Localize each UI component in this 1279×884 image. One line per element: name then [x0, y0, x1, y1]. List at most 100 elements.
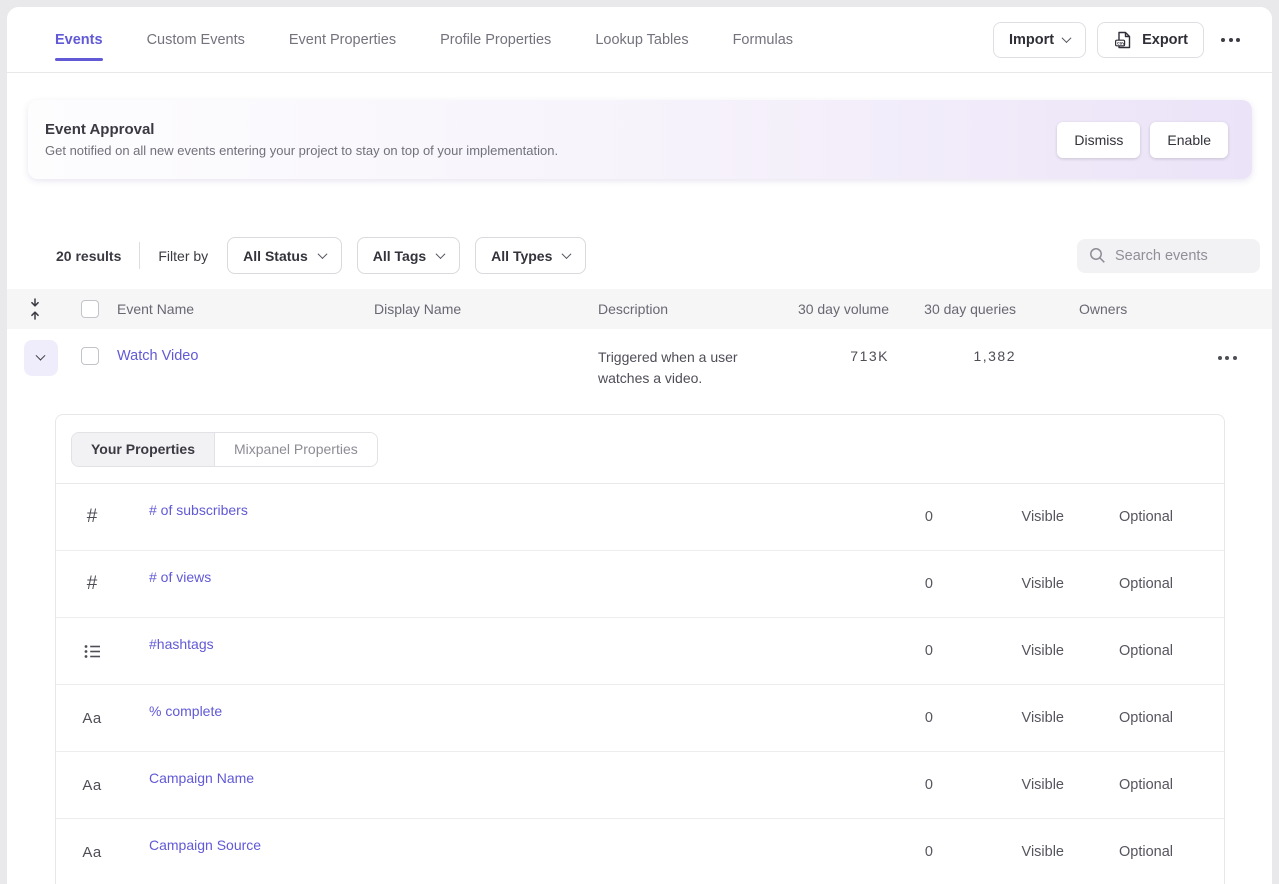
- select-all-checkbox[interactable]: [81, 300, 99, 318]
- import-button[interactable]: Import: [993, 22, 1086, 58]
- property-row: # # of views 0 Visible Optional: [56, 551, 1224, 618]
- filter-dropdown-all-tags[interactable]: All Tags: [357, 237, 460, 274]
- property-row: # # of subscribers 0 Visible Optional: [56, 484, 1224, 551]
- results-count: 20 results: [56, 248, 121, 264]
- properties-tab-switcher: Your PropertiesMixpanel Properties: [71, 432, 378, 467]
- top-navigation: Events Custom Events Event Properties Profi…: [7, 7, 1272, 73]
- text-icon: Aa: [82, 777, 101, 794]
- property-name-link[interactable]: Campaign Source: [128, 837, 261, 853]
- chevron-down-icon: [436, 249, 446, 259]
- property-value: 0: [925, 777, 933, 793]
- property-visibility: Visible: [1022, 710, 1064, 726]
- collapse-all-icon[interactable]: [29, 298, 41, 320]
- main-card: Events Custom Events Event Properties Profi…: [7, 7, 1272, 884]
- dot-icon: [1229, 38, 1233, 42]
- panel-tab-mixpanel-properties[interactable]: Mixpanel Properties: [214, 433, 377, 466]
- dropdown-label: All Types: [491, 248, 552, 264]
- property-visibility: Visible: [1022, 509, 1064, 525]
- text-icon: Aa: [82, 710, 101, 727]
- filter-dropdown-all-status[interactable]: All Status: [227, 237, 342, 274]
- property-row: #hashtags 0 Visible Optional: [56, 618, 1224, 685]
- dropdown-label: All Status: [243, 248, 308, 264]
- property-name-link[interactable]: #hashtags: [128, 636, 214, 652]
- export-button[interactable]: csv Export: [1097, 22, 1204, 58]
- dismiss-button[interactable]: Dismiss: [1057, 122, 1140, 158]
- search-input[interactable]: [1115, 248, 1245, 264]
- column-header-owners: Owners: [1016, 301, 1182, 317]
- property-name-link[interactable]: # of subscribers: [128, 502, 248, 518]
- dot-icon: [1236, 38, 1240, 42]
- tab-lookup-tables[interactable]: Lookup Tables: [595, 7, 688, 72]
- table-header: Event NameDisplay NameDescription 30 day …: [7, 289, 1272, 329]
- svg-text:csv: csv: [1117, 40, 1125, 45]
- collapse-row-button[interactable]: [24, 340, 58, 376]
- nav-actions: Import csv Export: [993, 22, 1246, 58]
- column-header-event-name: Event Name: [117, 301, 374, 317]
- divider: [139, 242, 140, 269]
- text-icon: Aa: [82, 844, 101, 861]
- filter-dropdown-all-types[interactable]: All Types: [475, 237, 586, 274]
- event-name-link[interactable]: Watch Video: [117, 348, 198, 364]
- property-value: 0: [925, 844, 933, 860]
- property-name-link[interactable]: # of views: [128, 569, 211, 585]
- row-checkbox[interactable]: [81, 347, 99, 365]
- list-icon: [84, 644, 101, 659]
- property-value: 0: [925, 509, 933, 525]
- property-name-link[interactable]: Campaign Name: [128, 770, 254, 786]
- panel-tab-your-properties[interactable]: Your Properties: [72, 433, 214, 466]
- number-icon: #: [87, 573, 98, 595]
- chevron-down-icon: [317, 249, 327, 259]
- property-requirement: Optional: [1119, 509, 1173, 525]
- enable-button[interactable]: Enable: [1150, 122, 1228, 158]
- chevron-down-icon: [36, 350, 46, 360]
- property-requirement: Optional: [1119, 710, 1173, 726]
- column-header-30-day-queries: 30 day queries: [924, 301, 1016, 317]
- filter-dropdowns: All Status All Tags All Types: [227, 237, 586, 274]
- column-header-30-day-volume: 30 day volume: [798, 301, 889, 317]
- properties-list: # # of subscribers 0 Visible Optional # …: [56, 484, 1224, 884]
- filter-by-label: Filter by: [158, 248, 208, 264]
- property-visibility: Visible: [1022, 643, 1064, 659]
- property-value: 0: [925, 710, 933, 726]
- banner-description: Get notified on all new events entering …: [45, 143, 558, 158]
- property-name-link[interactable]: % complete: [128, 703, 222, 719]
- property-requirement: Optional: [1119, 777, 1173, 793]
- tab-event-properties[interactable]: Event Properties: [289, 7, 396, 72]
- description-cell: Triggered when a user watches a video.: [598, 347, 788, 389]
- property-visibility: Visible: [1022, 777, 1064, 793]
- property-value: 0: [925, 576, 933, 592]
- dropdown-label: All Tags: [373, 248, 426, 264]
- row-more-options-button[interactable]: [1212, 348, 1243, 368]
- property-row: Aa Campaign Source 0 Visible Optional: [56, 819, 1224, 884]
- event-approval-banner: Event Approval Get notified on all new e…: [28, 100, 1252, 179]
- more-options-button[interactable]: [1215, 30, 1246, 50]
- event-row: Watch Video Triggered when a user watche…: [7, 329, 1272, 414]
- dot-icon: [1218, 356, 1222, 360]
- property-requirement: Optional: [1119, 643, 1173, 659]
- property-visibility: Visible: [1022, 844, 1064, 860]
- dot-icon: [1221, 38, 1225, 42]
- filter-toolbar: 20 results Filter by All Status All Tags…: [56, 237, 1260, 274]
- csv-file-icon: csv: [1113, 30, 1133, 50]
- column-header-display-name: Display Name: [374, 301, 598, 317]
- property-visibility: Visible: [1022, 576, 1064, 592]
- search-box[interactable]: [1077, 239, 1260, 273]
- column-header-description: Description: [598, 301, 788, 317]
- search-icon: [1089, 247, 1106, 264]
- dot-icon: [1233, 356, 1237, 360]
- properties-panel: Your PropertiesMixpanel Properties # # o…: [55, 414, 1225, 884]
- number-icon: #: [87, 506, 98, 528]
- banner-title: Event Approval: [45, 121, 558, 138]
- nav-tabs: Events Custom Events Event Properties Profi…: [55, 7, 793, 72]
- tab-formulas[interactable]: Formulas: [733, 7, 793, 72]
- tab-events[interactable]: Events: [55, 7, 103, 72]
- tab-custom-events[interactable]: Custom Events: [147, 7, 245, 72]
- property-value: 0: [925, 643, 933, 659]
- queries-cell: 1,382: [973, 348, 1016, 364]
- property-requirement: Optional: [1119, 844, 1173, 860]
- dot-icon: [1225, 356, 1229, 360]
- chevron-down-icon: [562, 249, 572, 259]
- tab-profile-properties[interactable]: Profile Properties: [440, 7, 551, 72]
- volume-cell: 713K: [850, 348, 889, 364]
- chevron-down-icon: [1062, 33, 1072, 43]
